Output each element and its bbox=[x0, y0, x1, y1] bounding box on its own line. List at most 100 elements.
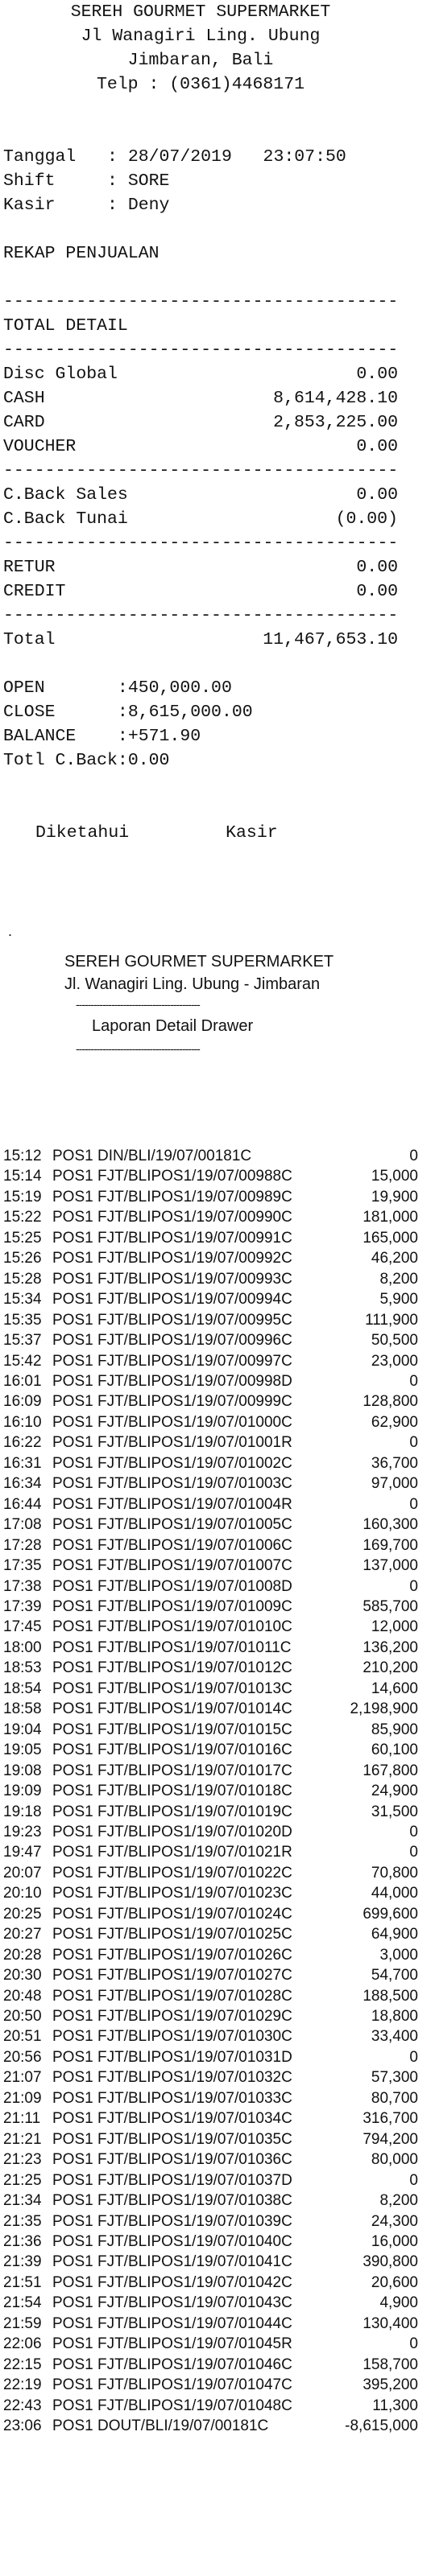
transaction-row: 21:09 POS1 FJT/BLIPOS1/19/07/01033C 80,700 bbox=[3, 2088, 422, 2108]
transaction-row: 18:00 POS1 FJT/BLIPOS1/19/07/01011C 136,20… bbox=[3, 1638, 422, 1658]
transaction-row: 21:25 POS1 FJT/BLIPOS1/19/07/01037D 0 bbox=[3, 2170, 422, 2191]
transaction-description: POS1 FJT/BLIPOS1/19/07/01012C bbox=[52, 1659, 292, 1677]
transaction-description: POS1 FJT/BLIPOS1/19/07/01013C bbox=[52, 1680, 292, 1697]
transaction-amount: 11,300 bbox=[372, 2397, 418, 2414]
transaction-time: 21:36 bbox=[3, 2233, 42, 2251]
transaction-row: 21:51 POS1 FJT/BLIPOS1/19/07/01042C 20,600 bbox=[3, 2273, 422, 2293]
transaction-row: 19:09 POS1 FJT/BLIPOS1/19/07/01018C 24,900 bbox=[3, 1781, 422, 1801]
store-address-line2: Jimbaran, Bali bbox=[127, 51, 274, 70]
balance-field: BALANCE :+571.90 bbox=[3, 727, 201, 746]
summary-value: 0.00 bbox=[356, 558, 398, 577]
transaction-description: POS1 FJT/BLIPOS1/19/07/00997C bbox=[52, 1352, 292, 1370]
summary-value: 0.00 bbox=[356, 582, 398, 601]
transaction-description: POS1 FJT/BLIPOS1/19/07/01014C bbox=[52, 1700, 292, 1718]
transaction-amount: 585,700 bbox=[362, 1597, 418, 1615]
transaction-amount: 20,600 bbox=[371, 2273, 418, 2291]
transaction-time: 21:34 bbox=[3, 2192, 42, 2210]
transaction-description: POS1 FJT/BLIPOS1/19/07/01035C bbox=[52, 2130, 292, 2148]
transaction-row: 17:28 POS1 FJT/BLIPOS1/19/07/01006C 169,70… bbox=[3, 1535, 422, 1556]
transaction-row: 19:05 POS1 FJT/BLIPOS1/19/07/01016C 60,100 bbox=[3, 1740, 422, 1760]
transaction-amount: 31,500 bbox=[371, 1803, 418, 1820]
transaction-amount: 316,700 bbox=[362, 2110, 418, 2128]
total-detail-label: TOTAL DETAIL bbox=[3, 316, 128, 336]
transaction-description: POS1 FJT/BLIPOS1/19/07/01044C bbox=[52, 2314, 292, 2332]
transaction-description: POS1 FJT/BLIPOS1/19/07/01011C bbox=[52, 1638, 292, 1656]
transaction-amount: 24,900 bbox=[371, 1783, 418, 1800]
transaction-description: POS1 FJT/BLIPOS1/19/07/01015C bbox=[52, 1721, 292, 1738]
transaction-row: 15:34 POS1 FJT/BLIPOS1/19/07/00994C 5,900 bbox=[3, 1289, 422, 1309]
separator: --------------------------------------- bbox=[3, 606, 398, 625]
transaction-time: 17:45 bbox=[3, 1618, 42, 1636]
total-cashback-field: Totl C.Back:0.00 bbox=[3, 751, 170, 770]
transaction-description: POS1 FJT/BLIPOS1/19/07/01024C bbox=[52, 1905, 292, 1923]
transaction-amount: 130,400 bbox=[362, 2314, 418, 2332]
transaction-time: 21:39 bbox=[3, 2253, 42, 2271]
transaction-row: 15:42 POS1 FJT/BLIPOS1/19/07/00997C 23,000 bbox=[3, 1351, 422, 1371]
transaction-time: 15:28 bbox=[3, 1270, 42, 1288]
transaction-time: 16:31 bbox=[3, 1454, 42, 1472]
transaction-amount: 395,200 bbox=[362, 2376, 418, 2394]
report-title: REKAP PENJUALAN bbox=[3, 244, 160, 263]
transaction-amount: -8,615,000 bbox=[345, 2417, 418, 2435]
transaction-row: 15:14 POS1 FJT/BLIPOS1/19/07/00988C 15,000 bbox=[3, 1166, 422, 1186]
transaction-description: POS1 FJT/BLIPOS1/19/07/01017C bbox=[52, 1762, 292, 1779]
transaction-row: 15:35 POS1 FJT/BLIPOS1/19/07/00995C 111,90… bbox=[3, 1310, 422, 1330]
transaction-time: 21:54 bbox=[3, 2294, 42, 2312]
transaction-row: 19:18 POS1 FJT/BLIPOS1/19/07/01019C 31,500 bbox=[3, 1802, 422, 1822]
transaction-description: POS1 DOUT/BLI/19/07/00181C bbox=[52, 2417, 269, 2435]
transaction-time: 16:34 bbox=[3, 1475, 42, 1493]
transaction-row: 17:35 POS1 FJT/BLIPOS1/19/07/01007C 137,00… bbox=[3, 1556, 422, 1576]
summary-label: VOUCHER bbox=[3, 437, 77, 456]
transaction-description: POS1 FJT/BLIPOS1/19/07/01037D bbox=[52, 2171, 292, 2189]
transaction-time: 15:14 bbox=[3, 1168, 42, 1185]
summary-row: CREDIT 0.00 bbox=[3, 579, 398, 604]
total-row: Total 11,467,653.10 bbox=[3, 628, 398, 652]
separator: --------------------------------------- bbox=[3, 292, 398, 311]
transaction-time: 23:06 bbox=[3, 2417, 42, 2435]
transaction-row: 17:39 POS1 FJT/BLIPOS1/19/07/01009C 585,70… bbox=[3, 1597, 422, 1617]
transaction-description: POS1 FJT/BLIPOS1/19/07/01025C bbox=[52, 1926, 292, 1943]
transaction-amount: 36,700 bbox=[371, 1454, 418, 1472]
transaction-row: 22:15 POS1 FJT/BLIPOS1/19/07/01046C 158,70… bbox=[3, 2355, 422, 2375]
summary-label: RETUR bbox=[3, 558, 56, 577]
transaction-row: 15:28 POS1 FJT/BLIPOS1/19/07/00993C 8,200 bbox=[3, 1269, 422, 1289]
transaction-amount: 0 bbox=[409, 1844, 418, 1861]
transaction-time: 16:10 bbox=[3, 1413, 42, 1431]
transaction-amount: 54,700 bbox=[371, 1967, 418, 1985]
transaction-description: POS1 FJT/BLIPOS1/19/07/01039C bbox=[52, 2212, 292, 2230]
transaction-row: 16:09 POS1 FJT/BLIPOS1/19/07/00999C 128,80… bbox=[3, 1391, 422, 1412]
transaction-row: 19:04 POS1 FJT/BLIPOS1/19/07/01015C 85,900 bbox=[3, 1720, 422, 1740]
summary-label: CREDIT bbox=[3, 582, 66, 601]
transaction-amount: 0 bbox=[409, 1823, 418, 1840]
store-phone: Telp : (0361)4468171 bbox=[96, 75, 305, 94]
transaction-description: POS1 FJT/BLIPOS1/19/07/00990C bbox=[52, 1209, 292, 1226]
transaction-time: 20:50 bbox=[3, 2008, 42, 2026]
transaction-row: 20:27 POS1 FJT/BLIPOS1/19/07/01025C 64,900 bbox=[3, 1924, 422, 1944]
transaction-time: 21:11 bbox=[3, 2110, 41, 2128]
transaction-row: 21:34 POS1 FJT/BLIPOS1/19/07/01038C 8,200 bbox=[3, 2191, 422, 2211]
transaction-amount: 12,000 bbox=[371, 1618, 418, 1636]
transaction-amount: 18,800 bbox=[371, 2008, 418, 2026]
transaction-amount: 210,200 bbox=[362, 1659, 418, 1677]
transaction-row: 18:54 POS1 FJT/BLIPOS1/19/07/01013C 14,600 bbox=[3, 1679, 422, 1699]
transaction-description: POS1 FJT/BLIPOS1/19/07/01008D bbox=[52, 1577, 292, 1595]
signature-labels: Diketahui Kasir bbox=[3, 821, 398, 845]
transaction-amount: 16,000 bbox=[371, 2233, 418, 2251]
transaction-description: POS1 FJT/BLIPOS1/19/07/01043C bbox=[52, 2294, 292, 2312]
separator: --------------------------------------- bbox=[3, 534, 398, 553]
total-label: Total bbox=[3, 630, 56, 649]
transaction-row: 21:36 POS1 FJT/BLIPOS1/19/07/01040C 16,000 bbox=[3, 2232, 422, 2252]
transaction-amount: 181,000 bbox=[362, 1209, 418, 1226]
transaction-row: 18:53 POS1 FJT/BLIPOS1/19/07/01012C 210,20… bbox=[3, 1658, 422, 1678]
transaction-amount: 111,900 bbox=[365, 1311, 418, 1329]
transaction-row: 20:25 POS1 FJT/BLIPOS1/19/07/01024C 699,60… bbox=[3, 1904, 422, 1924]
transaction-time: 19:09 bbox=[3, 1783, 42, 1800]
transaction-time: 20:51 bbox=[3, 2028, 42, 2046]
transaction-amount: 158,700 bbox=[362, 2355, 418, 2373]
transaction-row: 22:06 POS1 FJT/BLIPOS1/19/07/01045R 0 bbox=[3, 2334, 422, 2354]
transaction-row: 20:48 POS1 FJT/BLIPOS1/19/07/01028C 188,50… bbox=[3, 1986, 422, 2006]
transaction-description: POS1 FJT/BLIPOS1/19/07/01005C bbox=[52, 1516, 292, 1534]
transaction-amount: 794,200 bbox=[362, 2130, 418, 2148]
transaction-time: 18:53 bbox=[3, 1659, 42, 1677]
transaction-row: 23:06 POS1 DOUT/BLI/19/07/00181C -8,615,00… bbox=[3, 2416, 422, 2436]
